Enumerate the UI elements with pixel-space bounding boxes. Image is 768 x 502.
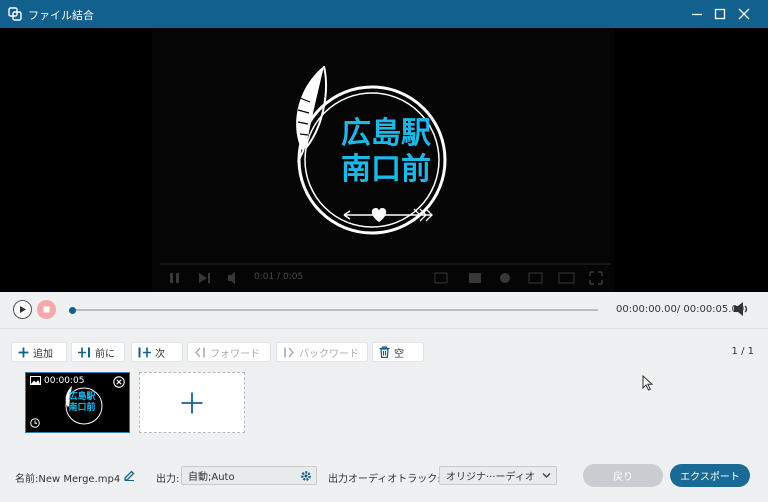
- name-label-text: 名前:: [15, 474, 39, 485]
- maximize-button[interactable]: [709, 4, 731, 24]
- logo-text-line1: 広島駅: [341, 116, 431, 151]
- video-preview[interactable]: 広島駅 南口前 0:01 / 0:05: [0, 28, 768, 292]
- edit-name-icon[interactable]: [124, 470, 135, 481]
- window-title: ファイル結合: [28, 9, 94, 22]
- before-label: 前に: [95, 348, 115, 360]
- forward-button[interactable]: フォワード: [187, 342, 271, 362]
- trash-icon: [379, 346, 390, 358]
- close-icon: [738, 8, 750, 20]
- close-button[interactable]: [733, 4, 755, 24]
- plus-icon: [18, 347, 29, 357]
- backward-icon: [284, 347, 294, 357]
- backward-label: バックワード: [299, 348, 359, 360]
- progress-handle[interactable]: [69, 307, 76, 314]
- forward-label: フォワード: [210, 348, 260, 360]
- logo-text-line2: 南口前: [341, 152, 431, 187]
- export-button[interactable]: エクスポート: [670, 464, 750, 487]
- title-bar: ファイル結合: [0, 0, 768, 28]
- embedded-time-label: 0:01 / 0:05: [254, 272, 304, 282]
- image-icon: [30, 376, 41, 385]
- output-format-field[interactable]: 自動;Auto: [181, 466, 317, 485]
- mouse-cursor-icon: [642, 375, 653, 391]
- bottom-bar: 名前:New Merge.mp4 出力: 自動;Auto 出力オーディオトラック…: [0, 458, 768, 494]
- clip-thumbnail[interactable]: 00:00:05 広島駅 南口前: [25, 372, 130, 433]
- volume-icon[interactable]: [732, 301, 750, 317]
- backward-button[interactable]: バックワード: [276, 342, 368, 362]
- playback-bar: 00:00:00.00/ 00:00:05.00: [0, 292, 768, 329]
- audio-track-value: オリジナ···ーディオ: [446, 472, 535, 483]
- after-label: 次: [155, 348, 165, 360]
- forward-icon: [195, 347, 205, 357]
- add-label: 追加: [33, 348, 53, 360]
- settings-gear-icon[interactable]: [300, 470, 312, 482]
- name-label: 名前:New Merge.mp4: [15, 470, 120, 485]
- move-before-button[interactable]: 前に: [71, 342, 125, 362]
- minimize-button[interactable]: [686, 4, 708, 24]
- insert-before-icon: [78, 347, 90, 357]
- insert-after-icon: [138, 347, 151, 357]
- add-clip-tile[interactable]: [139, 372, 245, 433]
- clip-logo-line2: 南口前: [68, 403, 96, 413]
- stop-icon: [43, 306, 50, 313]
- maximize-icon: [714, 8, 726, 20]
- output-format-value: 自動;Auto: [188, 472, 235, 483]
- audio-track-select[interactable]: オリジナ···ーディオ: [439, 466, 557, 485]
- page-indicator: 1 / 1: [731, 346, 754, 357]
- audio-track-label: 出力オーディオトラック:: [328, 474, 441, 485]
- minimize-icon: [692, 13, 702, 16]
- merge-app-icon: [8, 7, 22, 21]
- output-label: 出力:: [156, 474, 180, 485]
- back-button[interactable]: 戻り: [583, 464, 663, 487]
- progress-track[interactable]: [70, 309, 598, 311]
- plus-icon: [181, 392, 203, 413]
- timecode: 00:00:00.00/ 00:00:05.00: [616, 304, 745, 315]
- remove-clip-icon[interactable]: [113, 376, 125, 388]
- play-icon: [20, 306, 26, 313]
- add-button[interactable]: 追加: [11, 342, 67, 362]
- clip-logo-line1: 広島駅: [68, 392, 96, 402]
- chevron-down-icon: [542, 473, 551, 478]
- stop-button[interactable]: [37, 300, 56, 319]
- play-button[interactable]: [13, 300, 32, 319]
- output-filename: New Merge.mp4: [38, 474, 121, 485]
- clock-icon: [30, 418, 40, 428]
- clear-button[interactable]: 空: [372, 342, 424, 362]
- clip-toolbar: 追加 前に 次 フォワード バックワード 空 1 / 1: [0, 340, 768, 364]
- clear-label: 空: [394, 348, 404, 360]
- move-after-button[interactable]: 次: [131, 342, 183, 362]
